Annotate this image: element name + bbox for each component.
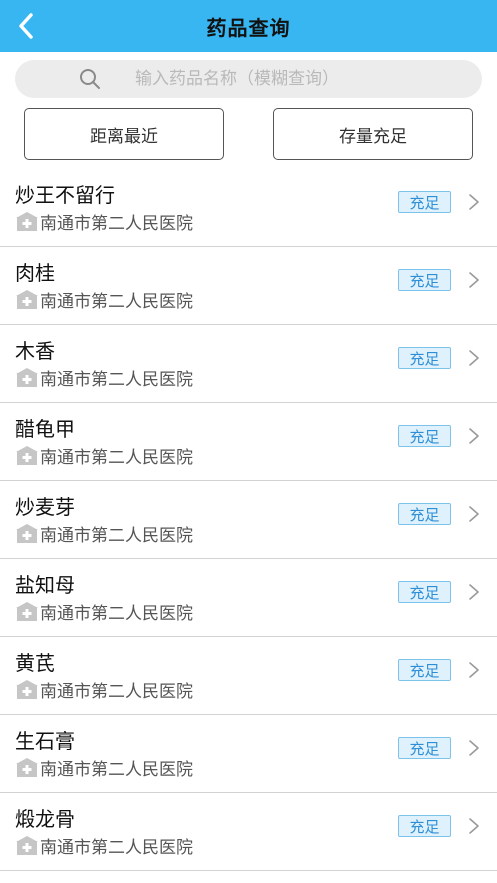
drug-name: 炒麦芽 — [15, 495, 75, 519]
hospital-icon — [16, 679, 38, 700]
app-header: 药品查询 — [0, 0, 497, 52]
chevron-right-icon — [468, 349, 480, 367]
drug-list-item[interactable]: 黄芪南通市第二人民医院 充足 — [0, 637, 497, 715]
hospital-icon — [16, 367, 38, 388]
stock-status-badge: 充足 — [398, 269, 451, 291]
chevron-right-icon — [468, 193, 480, 211]
hospital-info: 南通市第二人民医院 — [16, 677, 193, 702]
drug-list-item[interactable]: 炒王不留行南通市第二人民医院 充足 — [0, 169, 497, 247]
drug-list-item[interactable]: 煅龙骨南通市第二人民医院 充足 — [0, 793, 497, 871]
hospital-info: 南通市第二人民医院 — [16, 287, 193, 312]
hospital-name: 南通市第二人民医院 — [40, 604, 193, 624]
drug-name: 煅龙骨 — [15, 807, 75, 831]
sort-distance-button[interactable]: 距离最近 — [24, 108, 224, 160]
chevron-left-icon — [19, 13, 33, 39]
hospital-info: 南通市第二人民医院 — [16, 443, 193, 468]
search-icon — [79, 68, 101, 90]
page-title: 药品查询 — [206, 15, 291, 40]
chevron-right-icon — [468, 817, 480, 835]
hospital-name: 南通市第二人民医院 — [40, 682, 193, 702]
hospital-info: 南通市第二人民医院 — [16, 755, 193, 780]
chevron-right-icon — [468, 583, 480, 601]
hospital-info: 南通市第二人民医院 — [16, 209, 193, 234]
back-button[interactable] — [8, 8, 44, 44]
hospital-icon — [16, 757, 38, 778]
drug-list-item[interactable]: 生石膏南通市第二人民医院 充足 — [0, 715, 497, 793]
chevron-right-icon — [468, 661, 480, 679]
search-input[interactable] — [133, 68, 467, 90]
drug-name: 肉桂 — [15, 261, 55, 285]
drug-list: 炒王不留行 南通市第二人民医院 充足 肉桂 南通市第二人民医院 充足 木香 南通市第二人民医院… — [0, 169, 497, 871]
chevron-right-icon — [468, 271, 480, 289]
stock-status-badge: 充足 — [398, 737, 451, 759]
hospital-icon — [16, 601, 38, 622]
drug-name: 炒王不留行 — [15, 183, 115, 207]
hospital-info: 南通市第二人民医院 — [16, 599, 193, 624]
drug-list-item[interactable]: 炒麦芽南通市第二人民医院 充足 — [0, 481, 497, 559]
drug-list-item[interactable]: 盐知母南通市第二人民医院 充足 — [0, 559, 497, 637]
hospital-info: 南通市第二人民医院 — [16, 521, 193, 546]
hospital-name: 南通市第二人民医院 — [40, 214, 193, 234]
hospital-info: 南通市第二人民医院 — [16, 833, 193, 858]
drug-name: 醋龟甲 — [15, 417, 75, 441]
stock-status-badge: 充足 — [398, 503, 451, 525]
stock-status-badge: 充足 — [398, 191, 451, 213]
hospital-name: 南通市第二人民医院 — [40, 292, 193, 312]
search-bar — [0, 52, 497, 98]
stock-status-badge: 充足 — [398, 347, 451, 369]
hospital-info: 南通市第二人民医院 — [16, 365, 193, 390]
hospital-icon — [16, 289, 38, 310]
hospital-name: 南通市第二人民医院 — [40, 526, 193, 546]
drug-name: 盐知母 — [15, 573, 75, 597]
search-box[interactable] — [15, 60, 482, 98]
hospital-name: 南通市第二人民医院 — [40, 838, 193, 858]
hospital-icon — [16, 211, 38, 232]
drug-name: 生石膏 — [15, 729, 75, 753]
drug-list-item[interactable]: 木香南通市第二人民医院 充足 — [0, 325, 497, 403]
sort-stock-button[interactable]: 存量充足 — [273, 108, 473, 160]
hospital-name: 南通市第二人民医院 — [40, 448, 193, 468]
stock-status-badge: 充足 — [398, 425, 451, 447]
hospital-icon — [16, 445, 38, 466]
chevron-right-icon — [468, 505, 480, 523]
hospital-name: 南通市第二人民医院 — [40, 760, 193, 780]
stock-status-badge: 充足 — [398, 815, 451, 837]
hospital-icon — [16, 523, 38, 544]
stock-status-badge: 充足 — [398, 659, 451, 681]
filter-bar: 距离最近 存量充足 — [0, 98, 497, 160]
drug-name: 黄芪 — [15, 651, 55, 675]
chevron-right-icon — [468, 739, 480, 757]
chevron-right-icon — [468, 427, 480, 445]
drug-name: 木香 — [15, 339, 55, 363]
hospital-icon — [16, 835, 38, 856]
drug-list-item[interactable]: 肉桂南通市第二人民医院 充足 — [0, 247, 497, 325]
hospital-name: 南通市第二人民医院 — [40, 370, 193, 390]
drug-list-item[interactable]: 醋龟甲南通市第二人民医院 充足 — [0, 403, 497, 481]
stock-status-badge: 充足 — [398, 581, 451, 603]
